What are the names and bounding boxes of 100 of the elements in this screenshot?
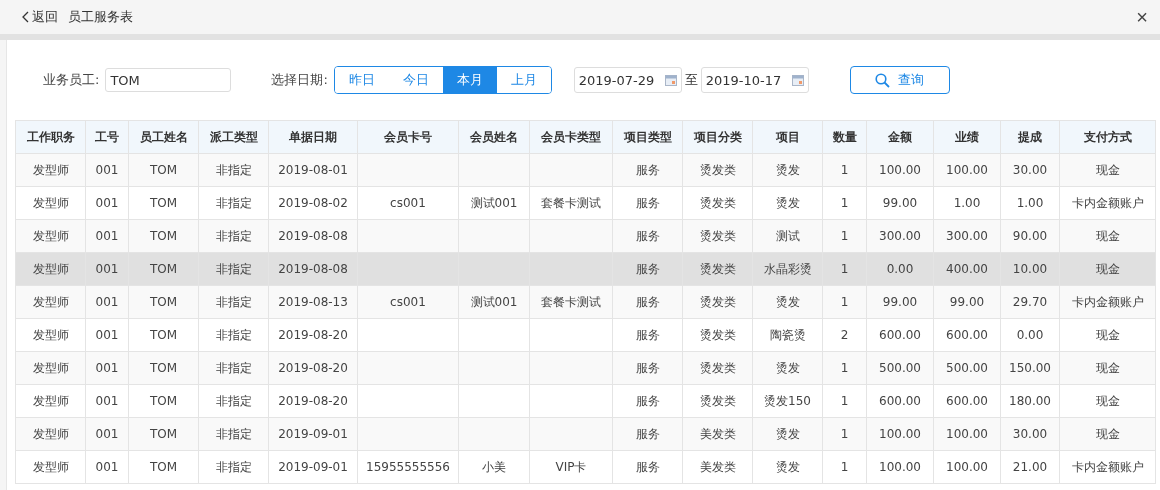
table-cell: 测试001 [458,186,530,220]
table-cell: 服务 [612,186,683,220]
table-cell: 发型师 [15,450,86,484]
table-cell: 服务 [612,252,683,286]
table-cell: 600.00 [866,384,934,418]
staff-label: 业务员工: [43,71,100,89]
table-cell: 非指定 [198,153,269,187]
table-cell: 2 [822,318,867,352]
table-row[interactable]: 发型师 001 TOM 非指定 2019-08-20 服务 烫发类 烫发150 1 600.00 600.00 180.00 现金 [15,384,1156,418]
table-cell: 美发类 [682,417,753,451]
table-cell: 烫发 [752,153,823,187]
column-header[interactable]: 项目类型 [612,120,683,154]
table-cell: 100.00 [933,153,1001,187]
table-cell: 发型师 [15,351,86,385]
table-cell: TOM [128,351,199,385]
table-cell: 现金 [1059,318,1156,352]
table-cell: 90.00 [1000,219,1060,253]
column-header[interactable]: 工作职务 [15,120,86,154]
table-cell: 测试001 [458,285,530,319]
table-cell: 现金 [1059,252,1156,286]
table-cell: 600.00 [933,318,1001,352]
start-date-field[interactable]: 2019-07-29 [573,67,682,93]
table-row[interactable]: 发型师 001 TOM 非指定 2019-08-13 cs001 测试001 套餐卡测试 服务 烫发类 烫发 1 99.00 99.00 29.70 卡内金额账户 [15,285,1156,319]
table-cell: 发型师 [15,318,86,352]
table-cell: 10.00 [1000,252,1060,286]
table-cell: 服务 [612,153,683,187]
table-cell: 300.00 [933,219,1001,253]
table-cell: 卡内金额账户 [1059,450,1156,484]
table-cell: 1 [822,153,867,187]
table-cell: 001 [85,219,129,253]
column-header[interactable]: 提成 [1000,120,1060,154]
table-cell: 小美 [458,450,530,484]
table-row[interactable]: 发型师 001 TOM 非指定 2019-08-08 服务 烫发类 测试 1 300.00 300.00 90.00 现金 [15,219,1156,253]
table-row[interactable]: 发型师 001 TOM 非指定 2019-09-01 15955555556 小美 VIP卡 服务 美发类 烫发 1 100.00 100.00 21.00 卡内金额账户 [15,450,1156,484]
table-cell: 服务 [612,351,683,385]
table-cell: 发型师 [15,252,86,286]
table-cell: 非指定 [198,318,269,352]
table-cell: 烫发类 [682,285,753,319]
table-cell: cs001 [357,285,459,319]
table-cell: 烫发类 [682,351,753,385]
table-cell: 30.00 [1000,153,1060,187]
column-header[interactable]: 派工类型 [198,120,269,154]
table-row[interactable]: 发型师 001 TOM 非指定 2019-09-01 服务 美发类 烫发 1 100.00 100.00 30.00 现金 [15,417,1156,451]
table-row[interactable]: 发型师 001 TOM 非指定 2019-08-08 服务 烫发类 水晶彩烫 1 0.00 400.00 10.00 现金 [15,252,1156,286]
table-cell: 600.00 [866,318,934,352]
chevron-left-icon [22,11,30,23]
table-cell: 发型师 [15,384,86,418]
table-cell: TOM [128,450,199,484]
column-header[interactable]: 员工姓名 [128,120,199,154]
table-cell: 服务 [612,285,683,319]
date-separator: 至 [684,71,698,89]
column-header[interactable]: 会员卡号 [357,120,459,154]
table-cell: 烫发类 [682,153,753,187]
column-header[interactable]: 项目分类 [682,120,753,154]
column-header[interactable]: 金额 [866,120,934,154]
table-cell: 0.00 [1000,318,1060,352]
table-cell: 180.00 [1000,384,1060,418]
column-header[interactable]: 业绩 [933,120,1001,154]
table-cell: 发型师 [15,153,86,187]
back-link[interactable]: 返回 [22,8,58,26]
calendar-icon[interactable] [664,74,677,86]
table-cell: TOM [128,219,199,253]
column-header[interactable]: 项目 [752,120,823,154]
column-header[interactable]: 工号 [85,120,129,154]
table-row[interactable]: 发型师 001 TOM 非指定 2019-08-20 服务 烫发类 烫发 1 500.00 500.00 150.00 现金 [15,351,1156,385]
search-icon [875,72,891,88]
column-header[interactable]: 会员卡类型 [529,120,613,154]
table-row[interactable]: 发型师 001 TOM 非指定 2019-08-02 cs001 测试001 套餐卡测试 服务 烫发类 烫发 1 99.00 1.00 1.00 卡内金额账户 [15,186,1156,220]
table-cell: 100.00 [933,450,1001,484]
table-cell: 烫发类 [682,384,753,418]
table-cell: 2019-09-01 [268,417,358,451]
table-cell: 001 [85,384,129,418]
column-header[interactable]: 支付方式 [1059,120,1156,154]
end-date-field[interactable]: 2019-10-17 [700,67,809,93]
table-cell: 烫发类 [682,318,753,352]
staff-field[interactable]: TOM [105,68,232,92]
table-cell: 卡内金额账户 [1059,186,1156,220]
table-row[interactable]: 发型师 001 TOM 非指定 2019-08-01 服务 烫发类 烫发 1 100.00 100.00 30.00 现金 [15,153,1156,187]
table-cell: 烫发 [752,351,823,385]
table-cell: 服务 [612,318,683,352]
column-header[interactable]: 单据日期 [268,120,358,154]
column-header[interactable]: 数量 [822,120,867,154]
table-cell: 1 [822,384,867,418]
table-cell: 2019-08-20 [268,384,358,418]
query-button[interactable]: 查询 [849,66,950,94]
table-cell: cs001 [357,186,459,220]
table-row[interactable]: 发型师 001 TOM 非指定 2019-08-20 服务 烫发类 陶瓷烫 2 600.00 600.00 0.00 现金 [15,318,1156,352]
table-cell: 现金 [1059,417,1156,451]
table-cell: 001 [85,186,129,220]
column-header[interactable]: 会员姓名 [458,120,530,154]
table-cell: 2019-09-01 [268,450,358,484]
table-cell: 美发类 [682,450,753,484]
close-button[interactable]: × [1132,7,1152,27]
table-cell: 现金 [1059,351,1156,385]
table-cell: 2019-08-08 [268,252,358,286]
table-cell: 非指定 [198,252,269,286]
calendar-icon[interactable] [791,74,804,86]
table-cell: 99.00 [933,285,1001,319]
table-cell: 001 [85,450,129,484]
date-range-tab[interactable]: 本月 [442,67,497,93]
